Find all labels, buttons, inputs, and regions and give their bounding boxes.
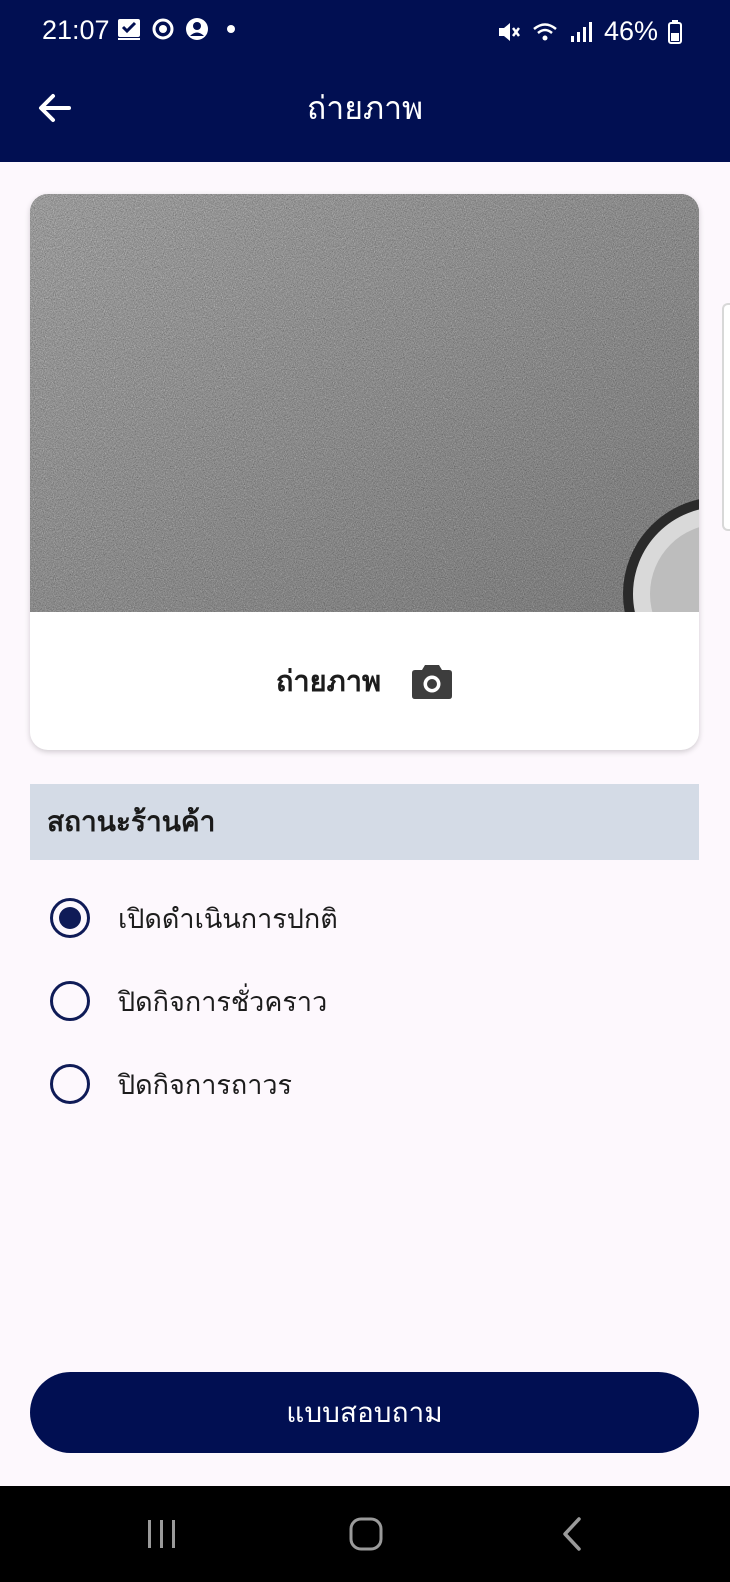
radio-dot <box>59 907 81 929</box>
status-bar: 21:07 46% <box>0 0 730 62</box>
scroll-indicator[interactable] <box>722 303 730 531</box>
radio-button[interactable] <box>50 981 90 1021</box>
sync-icon <box>152 18 174 40</box>
system-nav-bar <box>0 1486 730 1582</box>
recent-apps-icon <box>148 1520 175 1548</box>
home-icon <box>349 1517 383 1551</box>
recent-apps-button[interactable] <box>132 1506 192 1562</box>
checkbox-notification-icon <box>118 19 140 40</box>
dot-icon <box>227 25 235 33</box>
mute-icon <box>498 22 520 41</box>
radio-label: เปิดดำเนินการปกติ <box>118 903 338 935</box>
back-icon <box>563 1517 581 1551</box>
radio-label: ปิดกิจการชั่วคราว <box>118 986 328 1018</box>
store-status-title: สถานะร้านค้า <box>47 805 216 838</box>
screen: 21:07 46% ถ่ายภาพ ถ่ายภาพ สถานะร้านค้า เ… <box>0 0 730 1582</box>
radio-option-open[interactable]: เปิดดำเนินการปกติ <box>50 888 690 948</box>
survey-button[interactable]: แบบสอบถาม <box>30 1372 699 1453</box>
signal-icon <box>570 21 592 42</box>
capture-photo-button[interactable]: ถ่ายภาพ <box>30 612 699 750</box>
capture-label: ถ่ายภาพ <box>275 664 382 698</box>
battery-percent: 46% <box>603 16 658 46</box>
home-button[interactable] <box>336 1506 396 1562</box>
store-status-header: สถานะร้านค้า <box>30 784 699 860</box>
photo-card: ถ่ายภาพ <box>30 194 699 750</box>
status-time: 21:07 <box>42 15 110 45</box>
camera-icon <box>412 665 453 699</box>
arrow-left-icon <box>39 94 71 122</box>
radio-button-selected[interactable] <box>50 898 90 938</box>
back-button[interactable] <box>30 84 78 132</box>
status-left-icons <box>116 16 244 42</box>
app-header: 21:07 46% ถ่ายภาพ <box>0 0 730 162</box>
nav-back-button[interactable] <box>542 1506 602 1562</box>
account-icon <box>186 18 208 40</box>
status-right-icons: 46% <box>496 16 682 47</box>
page-title: ถ่ายภาพ <box>306 89 424 127</box>
radio-button[interactable] <box>50 1064 90 1104</box>
photo-preview <box>30 194 699 612</box>
radio-label: ปิดกิจการถาวร <box>118 1069 293 1101</box>
battery-icon <box>668 19 682 44</box>
radio-option-temporarily-closed[interactable]: ปิดกิจการชั่วคราว <box>50 971 690 1031</box>
photo-image <box>30 194 699 612</box>
radio-option-permanently-closed[interactable]: ปิดกิจการถาวร <box>50 1054 690 1114</box>
wifi-icon <box>533 22 557 40</box>
